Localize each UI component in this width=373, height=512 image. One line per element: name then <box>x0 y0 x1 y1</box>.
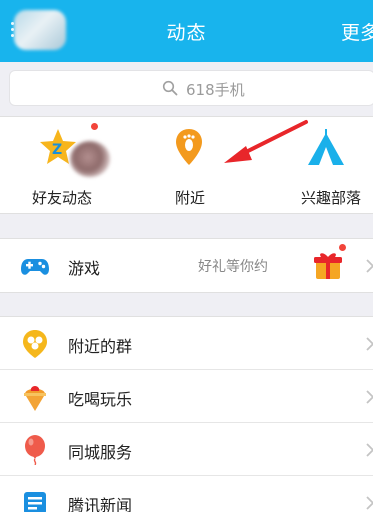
friends-feed-label: 好友动态 <box>31 189 92 207</box>
list-item[interactable]: 腾讯新闻 <box>0 476 373 512</box>
game-hint: 好礼等你约 <box>198 259 268 275</box>
list-item-label: 附近的群 <box>68 337 133 356</box>
balloon-icon <box>25 435 45 465</box>
friends-badge <box>90 122 99 131</box>
page-title: 动态 <box>166 22 207 44</box>
chevron-right-icon <box>366 390 373 404</box>
game-row[interactable]: 游戏 好礼等你约 <box>0 239 373 292</box>
blurred-avatar <box>70 141 110 177</box>
gamepad-icon <box>21 259 49 275</box>
search-input[interactable]: 618手机 <box>9 70 373 106</box>
gift-box-icon <box>314 253 342 279</box>
screen: 动态 更多 618手机 Z 好友动态 附近 兴趣部落 游戏 好礼等你约 附近的群… <box>0 0 373 512</box>
interest-tribe-label: 兴趣部落 <box>300 189 361 207</box>
chevron-right-icon <box>366 443 373 457</box>
list-item-label: 腾讯新闻 <box>68 496 133 512</box>
search-area: 618手机 <box>0 62 373 116</box>
nearby-label: 附近 <box>174 189 205 207</box>
list-item[interactable]: 同城服务 <box>0 423 373 476</box>
list-item-label: 同城服务 <box>68 443 133 462</box>
nearby-group-icon <box>23 330 47 358</box>
chevron-right-icon <box>366 259 373 273</box>
footprint-location-icon <box>176 129 202 165</box>
game-badge <box>338 243 347 252</box>
tent-icon <box>308 129 344 165</box>
more-button[interactable]: 更多 <box>341 18 373 45</box>
svg-text:Z: Z <box>52 142 62 158</box>
top-bar: 动态 更多 <box>0 0 373 62</box>
news-icon <box>24 492 46 512</box>
list-item[interactable]: 附近的群 <box>0 317 373 370</box>
game-section: 游戏 好礼等你约 <box>0 238 373 293</box>
friends-feed-button[interactable]: Z 好友动态 <box>8 117 116 215</box>
quick-entry-row: Z 好友动态 附近 兴趣部落 <box>0 116 373 214</box>
list-item-label: 吃喝玩乐 <box>68 390 133 409</box>
annotation-arrow-icon <box>224 120 308 163</box>
discover-list: 附近的群 吃喝玩乐 同城服务 腾讯新闻 <box>0 316 373 512</box>
search-placeholder: 618手机 <box>186 81 245 99</box>
chevron-right-icon <box>366 337 373 351</box>
ice-cream-icon <box>24 386 46 411</box>
search-icon <box>162 80 178 96</box>
game-label: 游戏 <box>68 259 101 278</box>
chevron-right-icon <box>366 496 373 510</box>
list-item[interactable]: 吃喝玩乐 <box>0 370 373 423</box>
